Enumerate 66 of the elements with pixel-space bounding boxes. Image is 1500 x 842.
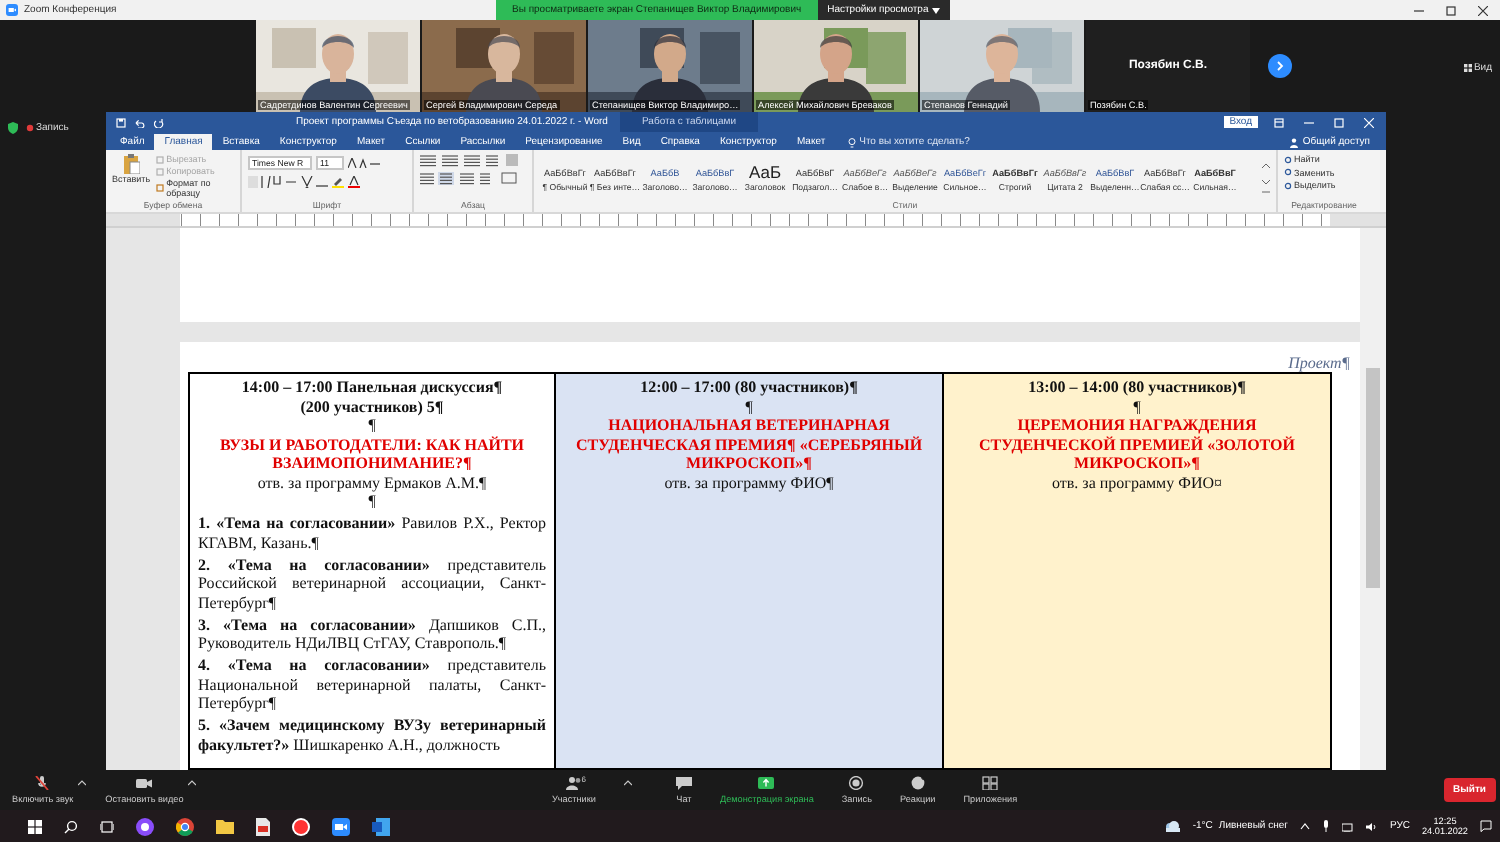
undo-icon[interactable] — [134, 117, 146, 127]
time-range: 13:00 – 14:00 (80 участников)¶ — [1026, 378, 1248, 397]
ribbon-display-icon[interactable] — [1274, 117, 1284, 127]
font-size-icon — [348, 158, 380, 168]
people-icon — [565, 776, 582, 790]
folder-icon[interactable] — [216, 818, 234, 834]
session-title: ЦЕРЕМОНИЯ НАГРАЖДЕНИЯ СТУДЕНЧЕСКОЙ ПРЕМИЕЙ «ЗОЛОТОЙ МИКРОСКОП»¶ — [977, 416, 1297, 473]
highlight-icon — [332, 175, 344, 187]
session-title: НАЦИОНАЛЬНАЯ ВЕТЕРИНАРНАЯ СТУДЕНЧЕСКАЯ ПРЕМИЯ¶ «СЕРЕБРЯНЫЙ МИКРОСКОП»¶ — [573, 416, 925, 473]
time-range: 14:00 – 17:00 Панельная дискуссия¶ — [239, 378, 505, 397]
close-icon[interactable] — [1478, 5, 1488, 15]
minimize-icon[interactable] — [1414, 5, 1424, 15]
list-format-icon — [420, 154, 520, 168]
scrollbar[interactable] — [1360, 228, 1386, 770]
font-color-icon — [348, 175, 360, 187]
time-range: (200 участников) 5¶ — [298, 397, 446, 416]
network-icon[interactable] — [1341, 821, 1354, 831]
speech-bubble-icon — [675, 776, 692, 790]
assistant-icon[interactable] — [136, 817, 154, 835]
maximize-icon[interactable] — [1446, 5, 1456, 15]
program-owner: отв. за программу ФИО¤ — [1050, 473, 1224, 492]
draft-label: Проект¶ — [1286, 354, 1350, 372]
grid-icon — [982, 776, 999, 790]
share-arrow-icon — [758, 776, 775, 790]
paragraph-mark: ¶ — [366, 416, 378, 435]
paragraph-mark: ¶ — [366, 492, 378, 511]
text-format-icon — [248, 175, 328, 187]
caret-icon[interactable] — [77, 780, 86, 786]
agenda-item: 5. «Зачем медицинскому ВУЗу ветеринарный факультет?» Шишкаренко А.Н., должность — [198, 716, 546, 754]
document-app-icon[interactable] — [372, 817, 390, 835]
pdf-document-icon[interactable] — [256, 817, 270, 835]
task-view-icon[interactable] — [100, 819, 114, 833]
weather-cloud-icon — [1164, 820, 1181, 832]
paragraph-align-icon — [420, 172, 520, 186]
next-page-button[interactable] — [1268, 54, 1292, 78]
caret-icon[interactable] — [623, 780, 632, 786]
browser-icon[interactable] — [176, 817, 194, 835]
paragraph-mark: ¶ — [1131, 397, 1143, 416]
shield-icon — [8, 122, 18, 134]
minimize-icon[interactable] — [1304, 117, 1314, 127]
notification-icon[interactable] — [1480, 820, 1492, 832]
app-logo-icon — [6, 4, 18, 16]
muted-microphone-icon — [34, 776, 51, 790]
recording-dot-icon — [26, 124, 34, 132]
redo-icon[interactable] — [154, 117, 164, 127]
caret-icon[interactable] — [187, 780, 196, 786]
chevron-up-icon[interactable] — [1299, 822, 1310, 830]
session-title: ВУЗЫ И РАБОТОДАТЕЛИ: КАК НАЙТИ ВЗАИМОПОНИМАНИЕ?¶ — [217, 435, 527, 473]
circle-app-icon[interactable] — [292, 817, 310, 835]
grid-icon — [1463, 63, 1472, 71]
paragraph-mark: ¶ — [743, 397, 755, 416]
search-icon[interactable] — [64, 819, 78, 833]
agenda-item: 4. «Тема на согласовании» представитель Национальной ветеринарной палаты, Санкт-Петербург¶ — [198, 656, 546, 713]
save-icon[interactable] — [116, 117, 126, 127]
chevron-right-icon — [1274, 60, 1286, 72]
video-camera-icon[interactable] — [332, 817, 350, 835]
program-owner: отв. за программу ФИО¶ — [662, 473, 836, 492]
caret-icon — [932, 7, 941, 13]
program-owner: отв. за программу Ермаков А.М.¶ — [255, 473, 489, 492]
agenda-item: 2. «Тема на согласовании» представитель Российской ветеринарной ассоциации, Санкт-Петербург¶ — [198, 555, 546, 612]
windows-start-icon[interactable] — [28, 819, 42, 833]
reaction-icon — [909, 776, 926, 790]
time-range: 12:00 – 17:00 (80 участников)¶ — [638, 378, 860, 397]
record-icon — [848, 776, 865, 790]
camera-icon — [136, 776, 153, 790]
volume-icon[interactable] — [1365, 821, 1378, 831]
